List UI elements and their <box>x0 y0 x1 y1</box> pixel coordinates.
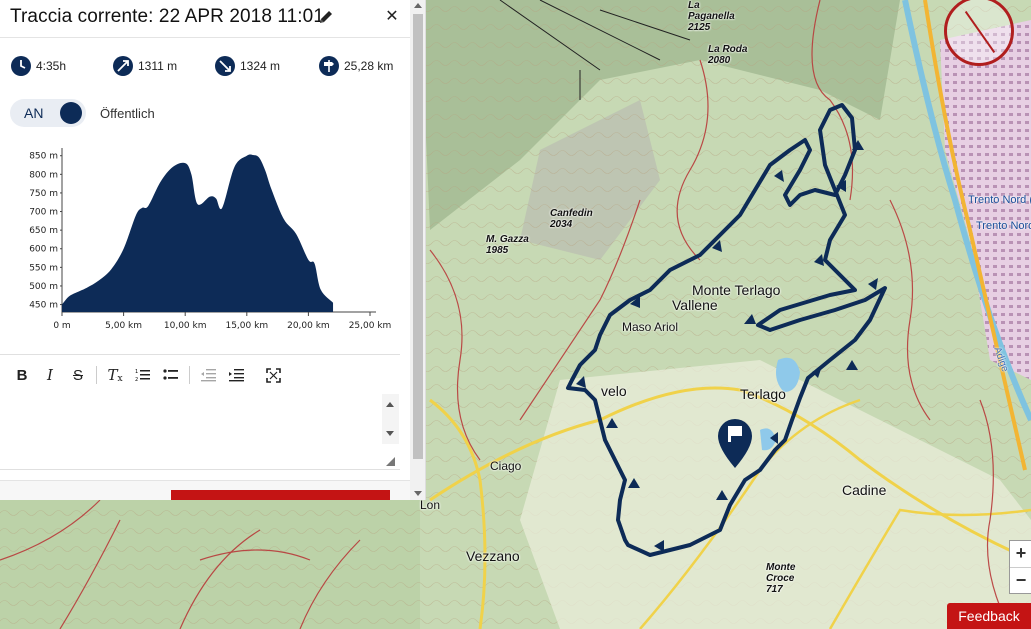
fullscreen-button[interactable] <box>259 363 287 387</box>
stat-distance: 25,28 km <box>318 52 393 80</box>
track-stats: 4:35h 1311 m 1324 m 25,28 km <box>0 52 410 84</box>
y-tick-label: 500 m <box>29 282 58 292</box>
map-label-maso-ariol: Maso Ariol <box>622 320 679 334</box>
textarea-resize-handle[interactable] <box>386 457 395 466</box>
clock-icon <box>11 56 31 76</box>
map-label-lon: Lon <box>420 498 441 512</box>
map-label-vallene: Vallene <box>672 297 718 313</box>
stat-distance-value: 25,28 km <box>344 59 394 73</box>
map-label-ciago: Ciago <box>490 459 522 473</box>
y-tick-label: 800 m <box>29 170 58 180</box>
elevation-area <box>62 154 334 312</box>
stat-ascent-value: 1311 m <box>138 59 178 73</box>
italic-button[interactable]: I <box>36 363 64 387</box>
x-tick-label: 20,00 km <box>287 321 330 331</box>
zoom-out-button[interactable]: − <box>1010 567 1031 593</box>
visibility-row: AN Öffentlich <box>10 99 310 129</box>
stat-descent: 1324 m <box>214 52 280 80</box>
chart-x-axis: 0 m 5,00 km 10,00 km 15,00 km 20,00 km 25,00 … <box>53 311 392 331</box>
x-tick-label: 15,00 km <box>225 321 268 331</box>
map-label-cadine: Cadine <box>842 482 887 498</box>
numbered-list-button[interactable]: 1 2 <box>129 363 157 387</box>
toolbar-separator <box>96 366 97 384</box>
numbered-list-icon: 1 2 <box>135 369 150 382</box>
map-label-terlago: Terlago <box>740 386 786 402</box>
indent-icon <box>229 369 244 382</box>
map-label-monte-croce: Monte Croce 717 <box>766 562 796 595</box>
public-toggle[interactable]: AN <box>10 99 86 127</box>
clear-format-button[interactable]: Tx <box>101 363 129 387</box>
strikethrough-button[interactable]: S <box>64 363 92 387</box>
map-label-monte-terlago: Monte Terlago <box>692 282 781 298</box>
x-tick-label: 25,00 km <box>349 321 392 331</box>
map-label-vezzano: Vezzano <box>466 548 520 564</box>
save-button[interactable] <box>171 490 390 500</box>
editor-toolbar: B I S Tx 1 2 <box>8 362 398 388</box>
editor-divider <box>0 354 400 355</box>
track-panel: Traccia corrente: 22 APR 2018 11:01 ✕ 4:… <box>0 0 426 500</box>
x-tick-label: 5,00 km <box>105 321 142 331</box>
map-label-trento-nord-exit: Trento Nord (I <box>968 194 1031 206</box>
toggle-label: AN <box>24 105 44 121</box>
bold-button[interactable]: B <box>8 363 36 387</box>
fullscreen-icon <box>265 367 281 383</box>
panel-header: Traccia corrente: 22 APR 2018 11:01 ✕ <box>0 0 410 38</box>
bullet-list-button[interactable] <box>157 363 185 387</box>
description-textarea[interactable] <box>0 392 400 470</box>
textarea-scrollbar[interactable] <box>382 394 399 444</box>
y-tick-label: 600 m <box>29 245 58 255</box>
feedback-button[interactable]: Feedback <box>947 603 1031 629</box>
outdent-icon <box>201 369 216 382</box>
stat-descent-value: 1324 m <box>240 59 281 73</box>
svg-text:1: 1 <box>135 369 138 375</box>
toolbar-separator <box>189 366 190 384</box>
map-label-paganella: La Paganella 2125 <box>688 0 735 33</box>
pencil-icon[interactable] <box>318 9 334 25</box>
y-tick-label: 450 m <box>29 301 58 311</box>
map-label-m-gazza: M. Gazza 1985 <box>486 234 529 256</box>
x-tick-label: 0 m <box>53 321 70 331</box>
visibility-status: Öffentlich <box>100 106 155 121</box>
map-label-canfedin: Canfedin 2034 <box>550 208 593 230</box>
y-tick-label: 850 m <box>29 152 58 162</box>
outdent-button[interactable] <box>194 363 222 387</box>
map-label-la-roda: La Roda 2080 <box>708 44 748 66</box>
svg-text:2: 2 <box>135 377 138 382</box>
y-tick-label: 750 m <box>29 189 58 199</box>
y-tick-label: 700 m <box>29 208 58 218</box>
bullet-list-icon <box>163 369 178 380</box>
y-tick-label: 650 m <box>29 226 58 236</box>
ascent-icon <box>113 56 133 76</box>
descent-icon <box>215 56 235 76</box>
stat-duration: 4:35h <box>10 52 66 80</box>
x-tick-label: 10,00 km <box>164 321 207 331</box>
toggle-knob <box>60 102 82 124</box>
panel-title: Traccia corrente: 22 APR 2018 11:01 <box>10 6 325 27</box>
y-tick-label: 550 m <box>29 263 58 273</box>
stat-duration-value: 4:35h <box>36 59 67 73</box>
zoom-in-button[interactable]: + <box>1010 541 1031 567</box>
panel-scrollbar-thumb[interactable] <box>413 14 423 459</box>
signpost-icon <box>319 56 339 76</box>
panel-scrollbar[interactable] <box>410 0 425 500</box>
stat-ascent: 1311 m <box>112 52 177 80</box>
map-label-trento-nord: Trento Nord <box>976 220 1031 232</box>
indent-button[interactable] <box>222 363 250 387</box>
chart-y-axis: 450 m 500 m 550 m 600 m 650 m 700 m 750 m 800 m… <box>29 148 63 312</box>
clear-format-icon: T <box>107 366 118 384</box>
map-label-covelo: velo <box>601 383 627 399</box>
close-icon[interactable]: ✕ <box>383 7 401 25</box>
elevation-profile-chart[interactable]: 450 m 500 m 550 m 600 m 650 m 700 m 750 m 800 m… <box>0 140 400 340</box>
zoom-control: + − <box>1009 540 1031 594</box>
